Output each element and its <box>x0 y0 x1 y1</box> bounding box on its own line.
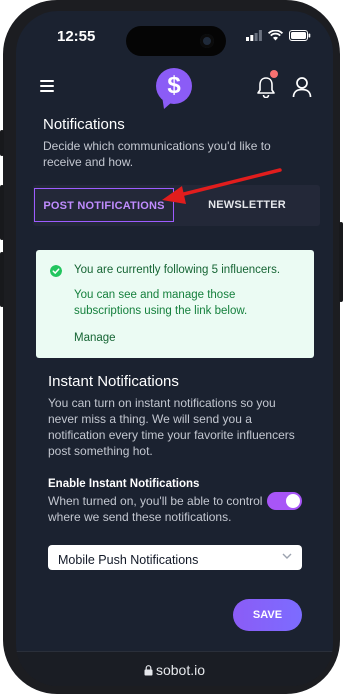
url-bar[interactable]: sobot.io <box>16 662 333 678</box>
battery-icon <box>289 30 311 41</box>
menu-icon[interactable] <box>40 80 54 92</box>
enable-instant-help: When turned on, you'll be able to contro… <box>48 494 263 524</box>
app-logo[interactable]: $ <box>156 68 192 104</box>
dynamic-island <box>126 26 226 56</box>
status-icons <box>246 30 311 41</box>
app-header: $ <box>16 66 333 110</box>
check-circle-icon <box>50 265 62 277</box>
action-button <box>0 130 4 156</box>
enable-instant-label: Enable Instant Notifications <box>48 478 200 490</box>
following-alert: You are currently following 5 influencer… <box>36 250 314 358</box>
chevron-down-icon <box>282 553 292 559</box>
select-value: Mobile Push Notifications <box>58 553 199 567</box>
section-description-instant: You can turn on instant notifications so… <box>48 396 295 458</box>
bell-icon[interactable] <box>256 76 276 98</box>
wifi-icon <box>268 30 283 41</box>
url-text: sobot.io <box>155 662 206 678</box>
volume-down-button <box>0 252 4 307</box>
signal-icon <box>246 30 262 41</box>
section-title-instant: Instant Notifications <box>48 373 179 390</box>
delivery-method-select[interactable]: Mobile Push Notifications <box>48 545 302 570</box>
camera-icon <box>200 34 214 48</box>
manage-link[interactable]: Manage <box>74 332 116 344</box>
volume-up-button <box>0 185 4 240</box>
alert-body: You can see and manage those subscriptio… <box>74 289 248 317</box>
status-time: 12:55 <box>57 28 96 45</box>
phone-frame: 12:55 $ Notifications Decide which commu… <box>0 0 343 694</box>
instant-notifications-toggle[interactable] <box>267 492 302 510</box>
save-button[interactable]: SAVE <box>233 599 302 631</box>
user-icon[interactable] <box>292 76 312 98</box>
screen: 12:55 $ Notifications Decide which commu… <box>16 11 333 686</box>
alert-title: You are currently following 5 influencer… <box>74 264 281 276</box>
page-title: Notifications <box>43 116 125 133</box>
tab-post-notifications[interactable]: POST NOTIFICATIONS <box>34 188 174 222</box>
lock-icon <box>144 665 153 676</box>
annotation-arrow <box>162 168 282 204</box>
power-button <box>339 222 343 302</box>
notification-dot <box>270 70 278 78</box>
browser-bar: sobot.io <box>16 651 333 686</box>
